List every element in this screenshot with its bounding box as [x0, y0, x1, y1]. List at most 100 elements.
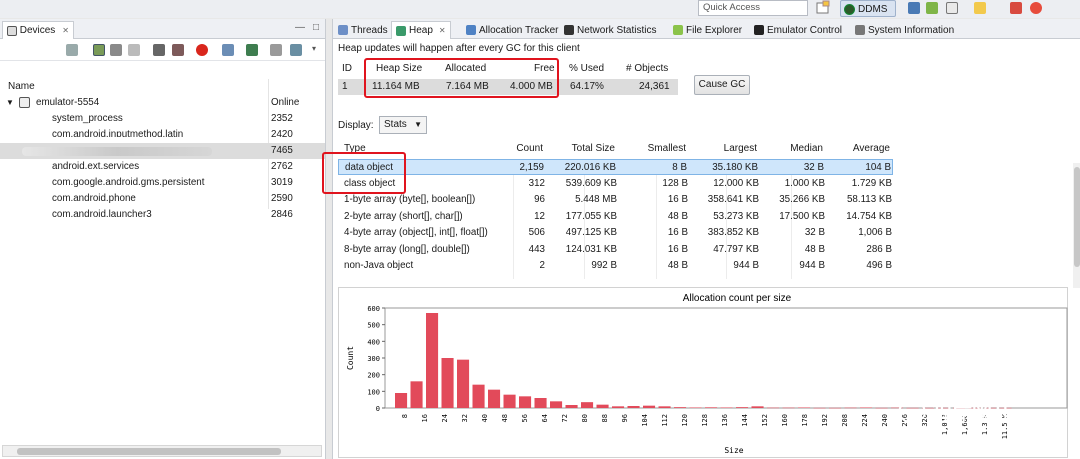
watermark: 程序圈儿 — [898, 397, 1068, 427]
stats-row[interactable]: 8-byte array (long[], double[]) 443 124.03… — [338, 242, 893, 258]
view-menu-icon[interactable] — [290, 44, 302, 56]
stats-col-smallest[interactable]: Smallest — [648, 143, 686, 154]
stats-cell: non-Java object — [344, 260, 414, 271]
x-tick-label: 8 — [401, 414, 409, 418]
process-pid: 2420 — [271, 129, 293, 137]
debug-perspective-icon[interactable] — [926, 2, 938, 14]
device-row[interactable]: ▼ emulator-5554 Online — [0, 95, 325, 111]
column-name: Name — [8, 81, 35, 92]
y-tick-label: 500 — [367, 322, 380, 330]
tab-devices[interactable]: Devices ✕ — [2, 21, 74, 39]
chevron-down-icon[interactable]: ▾ — [312, 44, 324, 56]
stats-row[interactable]: non-Java object 2 992 B 48 B 944 B 944 B 496 B — [338, 258, 893, 274]
stats-col-median[interactable]: Median — [790, 143, 823, 154]
tab-emulator-control[interactable]: Emulator Control — [750, 21, 846, 39]
x-tick-label: 72 — [561, 414, 569, 422]
y-tick-label: 300 — [367, 355, 380, 363]
android-icon — [673, 25, 683, 35]
stats-row[interactable]: class object 312 539.609 KB 128 B 12.000 KB 1… — [338, 176, 893, 192]
process-name: com.android.inputmethod.latin — [52, 129, 184, 137]
stats-cell: 16 B — [667, 194, 688, 205]
java-perspective-icon[interactable] — [908, 2, 920, 14]
chart-bar — [395, 393, 408, 408]
stats-vertical-scrollbar[interactable] — [1073, 163, 1080, 288]
chart-bar — [596, 404, 609, 408]
chart-bar — [875, 407, 888, 409]
chart-bar — [813, 407, 826, 409]
stats-row[interactable]: 2-byte array (short[], char[]) 12 177.055 … — [338, 209, 893, 225]
cause-gc-icon[interactable] — [128, 44, 140, 56]
tab-system-information[interactable]: System Information — [851, 21, 958, 39]
process-row-selected[interactable]: 7465 — [0, 143, 325, 159]
open-perspective-icon[interactable] — [815, 0, 831, 16]
heap-highlight-box — [364, 58, 559, 98]
stats-cell: 8-byte array (long[], double[]) — [344, 243, 470, 255]
debug-process-icon[interactable] — [66, 44, 78, 56]
stop-process-icon[interactable] — [196, 44, 208, 56]
chart-bar — [410, 381, 423, 408]
horizontal-scrollbar[interactable] — [2, 445, 322, 457]
stats-col-largest[interactable]: Largest — [724, 143, 757, 154]
stats-cell: 1,006 B — [858, 227, 892, 238]
close-icon[interactable]: ✕ — [439, 26, 446, 35]
screen-capture-icon[interactable] — [222, 44, 234, 56]
process-row[interactable]: com.android.launcher3 2846 — [0, 207, 325, 223]
stats-row[interactable]: data object 2,159 220.016 KB 8 B 35.180 KB 32… — [338, 159, 893, 175]
stats-cell: 96 — [534, 194, 545, 205]
systrace-icon[interactable] — [246, 44, 258, 56]
stats-col-count[interactable]: Count — [516, 143, 543, 154]
ddms-perspective-button[interactable]: DDMS — [840, 0, 896, 17]
process-row[interactable]: com.google.android.gms.persistent 3019 — [0, 175, 325, 191]
scrollbar-thumb[interactable] — [1074, 167, 1080, 267]
cause-gc-button[interactable]: Cause GC — [694, 75, 750, 95]
process-row[interactable]: system_process 2352 — [0, 111, 325, 127]
stats-cell: 48 B — [667, 210, 688, 222]
scrollbar-thumb[interactable] — [17, 448, 281, 455]
tab-file-explorer[interactable]: File Explorer — [669, 21, 746, 39]
x-tick-label: 48 — [501, 414, 509, 422]
x-tick-label: 120 — [681, 414, 689, 427]
start-method-profiling-icon[interactable] — [172, 44, 184, 56]
tab-allocation-tracker[interactable]: Allocation Tracker — [462, 21, 562, 39]
heap-col-objects: # Objects — [626, 63, 669, 74]
stats-cell: 944 B — [733, 260, 759, 271]
emulator-icon — [754, 25, 764, 35]
tab-network-statistics[interactable]: Network Statistics — [560, 21, 660, 39]
display-select-value: Stats — [384, 119, 407, 130]
chart-bar — [705, 407, 718, 408]
minimize-icon[interactable]: — — [295, 22, 305, 33]
process-name: com.google.android.gms.persistent — [52, 177, 205, 188]
stats-col-total-size[interactable]: Total Size — [572, 143, 615, 154]
process-row[interactable]: android.ext.services 2762 — [0, 159, 325, 175]
layout-icon[interactable] — [946, 2, 958, 14]
chart-bar — [829, 407, 842, 409]
close-icon[interactable]: ✕ — [62, 26, 69, 35]
display-select[interactable]: Stats ▼ — [379, 116, 427, 134]
dump-hprof-icon[interactable] — [110, 44, 122, 56]
search-icon[interactable] — [1030, 2, 1042, 14]
quick-access-input[interactable]: Quick Access — [698, 0, 808, 16]
sync-icon[interactable] — [974, 2, 986, 14]
stats-cell: 944 B — [799, 260, 825, 271]
maximize-icon[interactable]: □ — [313, 22, 319, 33]
heap-objects-value: 24,361 — [639, 81, 670, 92]
heap-icon — [396, 25, 406, 36]
update-threads-icon[interactable] — [153, 44, 165, 56]
stats-cell: 12 — [534, 210, 545, 222]
x-tick-label: 224 — [861, 414, 869, 427]
chevron-down-icon[interactable]: ▼ — [6, 98, 14, 107]
stats-row[interactable]: 1-byte array (byte[], boolean[]) 96 5.448 … — [338, 192, 893, 208]
stats-row[interactable]: 4-byte array (object[], int[], float[]) 5… — [338, 225, 893, 241]
process-row[interactable]: com.android.inputmethod.latin 2420 — [0, 127, 325, 137]
tab-threads[interactable]: Threads — [334, 21, 392, 39]
x-tick-label: 96 — [621, 414, 629, 422]
stats-col-average[interactable]: Average — [853, 143, 890, 154]
tab-heap[interactable]: Heap ✕ — [391, 21, 451, 39]
run-icon[interactable] — [1010, 2, 1022, 14]
devices-icon — [7, 25, 17, 36]
hierarchy-icon[interactable] — [270, 44, 282, 56]
stats-cell: 17.500 KB — [779, 210, 825, 222]
process-row[interactable]: com.android.phone 2590 — [0, 191, 325, 207]
update-heap-icon[interactable] — [93, 44, 105, 56]
chart-bar — [767, 407, 780, 409]
